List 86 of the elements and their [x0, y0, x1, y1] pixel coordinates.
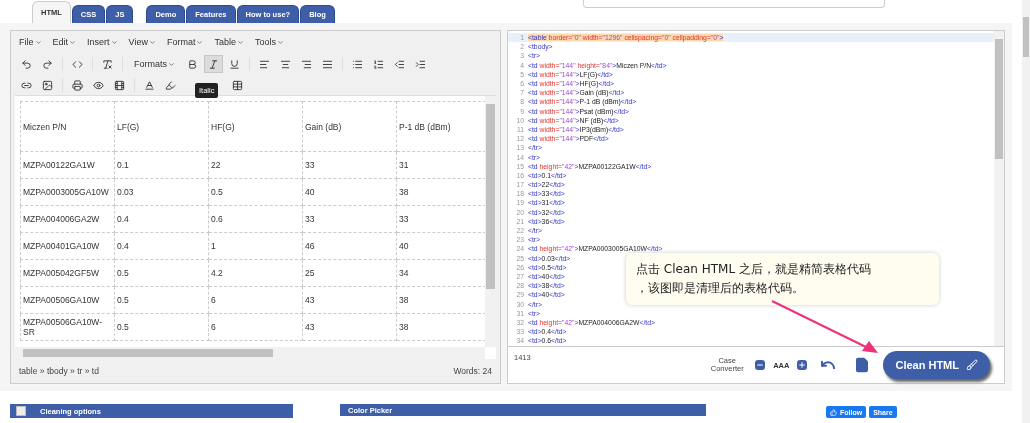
table-header-cell: HF(G)	[208, 101, 303, 152]
table-cell: MZPA00506GA10W-SR	[20, 313, 115, 341]
align-right-icon	[301, 58, 312, 70]
caret-icon	[236, 38, 244, 46]
page-scrollbar[interactable]	[1022, 0, 1030, 423]
table-cell: 25	[302, 259, 397, 287]
numbered-list-icon	[373, 58, 384, 70]
table-cell: MZPA00401GA10W	[20, 232, 115, 260]
table-cell: MZPA00122GA1W	[20, 151, 115, 179]
table-cell: 0.4	[114, 205, 209, 233]
vertical-scrollbar[interactable]	[485, 96, 496, 347]
table-cell: MZPA005042GF5W	[20, 259, 115, 287]
clear-format-icon	[102, 58, 113, 70]
menu-item[interactable]: Tools	[254, 37, 284, 47]
element-path: table » tbody » tr » td	[19, 366, 99, 376]
table-cell: 0.03	[114, 178, 209, 206]
table-cell: 0.5	[114, 313, 209, 341]
italic-icon	[208, 58, 219, 70]
italic-button[interactable]	[204, 55, 223, 73]
highlight-icon	[165, 79, 176, 91]
table-cell: 6	[208, 313, 303, 341]
underline-icon	[229, 58, 240, 70]
caret-icon	[69, 38, 77, 46]
caret-icon	[148, 38, 156, 46]
table-cell: 0.5	[114, 259, 209, 287]
table-cell: 0.6	[208, 205, 303, 233]
document-icon[interactable]	[854, 357, 871, 373]
caret-icon	[196, 38, 204, 46]
table-cell: 43	[302, 313, 397, 341]
redo-icon	[42, 58, 53, 70]
undo-icon	[21, 58, 32, 70]
print-icon	[72, 79, 83, 91]
word-count: Words: 24	[453, 366, 492, 376]
table-cell: 6	[208, 286, 303, 314]
table-cell: MZPA00506GA10W	[20, 286, 115, 314]
table-cell: 0.1	[114, 151, 209, 179]
increase-button[interactable]	[797, 360, 808, 370]
table-header-cell: Miczen P/N	[20, 101, 115, 152]
preview-icon	[93, 79, 104, 91]
caret-icon	[110, 38, 118, 46]
table-cell: 43	[302, 286, 397, 314]
thumbs-up-icon	[830, 408, 837, 416]
image-icon	[42, 79, 53, 91]
align-left-icon	[259, 58, 270, 70]
table-cell: 46	[302, 232, 397, 260]
caret-icon	[276, 38, 284, 46]
vertical-scrollbar[interactable]	[994, 31, 1004, 346]
clean-html-button[interactable]: Clean HTML	[883, 351, 990, 379]
outdent-icon	[394, 58, 405, 70]
checkbox[interactable]	[16, 406, 26, 416]
table-icon	[232, 79, 243, 91]
justify-icon	[322, 58, 333, 70]
table-cell: 4.2	[208, 259, 303, 287]
plus-icon	[798, 361, 807, 369]
indent-icon	[415, 58, 426, 70]
media-icon	[114, 79, 125, 91]
bold-icon	[187, 58, 198, 70]
code-icon	[72, 58, 83, 70]
table-cell: 33	[302, 151, 397, 179]
table-cell: 1	[208, 232, 303, 260]
table-header-cell: LF(G)	[114, 101, 209, 152]
align-center-icon	[280, 58, 291, 70]
table-cell: 0.5	[208, 178, 303, 206]
menu-item[interactable]: Format	[166, 37, 204, 47]
menu-item[interactable]: File	[19, 37, 42, 47]
caret-icon	[168, 60, 175, 68]
caret-icon	[34, 38, 42, 46]
table-cell: 0.4	[114, 232, 209, 260]
decrease-button[interactable]	[755, 360, 766, 370]
menu-item[interactable]: Edit	[52, 37, 77, 47]
formats-dropdown[interactable]: Formats	[128, 55, 181, 73]
table-header-cell: Gain (dB)	[302, 101, 397, 152]
menu-item[interactable]: View	[128, 37, 156, 47]
table-cell: MZPA0003005GA10W	[20, 178, 115, 206]
menu-item[interactable]: Table	[214, 37, 244, 47]
menu-item[interactable]: Insert	[87, 37, 118, 47]
bullet-list-icon	[352, 58, 363, 70]
table-cell: MZPA004006GA2W	[20, 205, 115, 233]
table-cell: 33	[302, 205, 397, 233]
horizontal-scrollbar[interactable]	[15, 347, 485, 359]
table-cell: 40	[302, 178, 397, 206]
table-cell: 22	[208, 151, 303, 179]
minus-icon	[756, 361, 765, 369]
callout: 点击 Clean HTML 之后，就是精简表格代码 ，该图即是清理后的表格代码。	[626, 253, 939, 305]
text-color-icon	[144, 79, 155, 91]
table-cell: 0.5	[114, 286, 209, 314]
